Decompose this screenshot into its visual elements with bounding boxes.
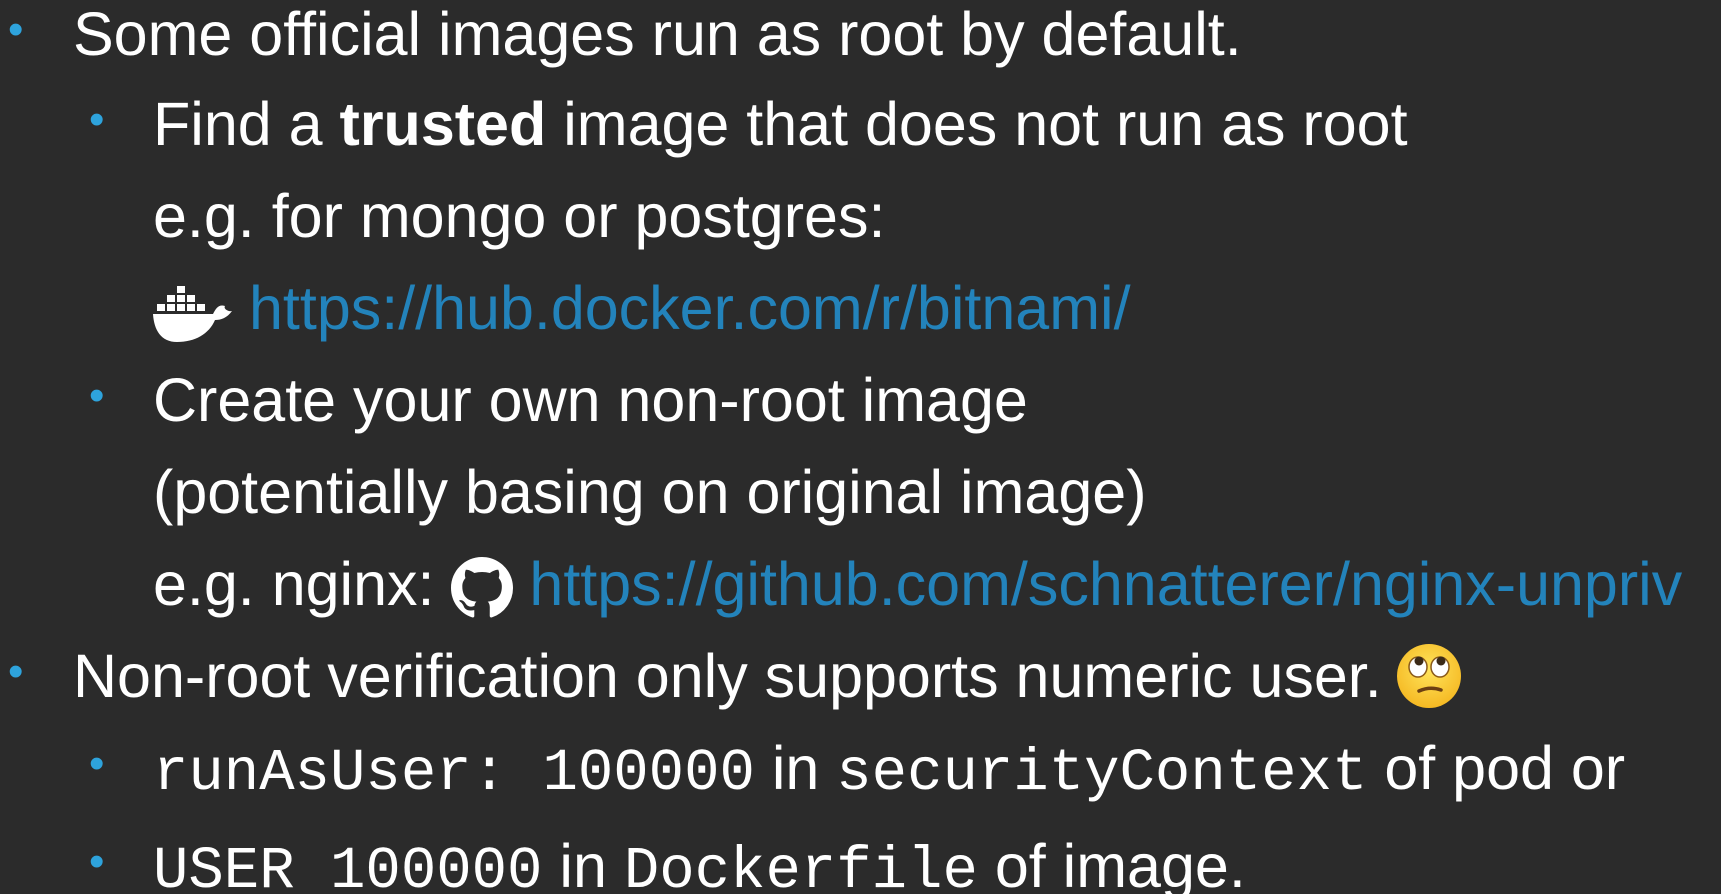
eye-roll-emoji-icon	[1396, 642, 1462, 708]
text-in: in	[754, 734, 837, 802]
text-prefix: Find a	[153, 90, 340, 158]
bullet-marker: •	[89, 837, 105, 886]
bullet-text: Find a trusted image that does not run a…	[153, 78, 1408, 170]
text-suffix: of pod or	[1367, 734, 1626, 802]
github-link-wrapper: e.g. nginx: https://github.com/schnatter…	[153, 538, 1682, 630]
code-run-as-user: runAsUser: 100000	[153, 740, 755, 807]
bullet-marker: •	[8, 647, 24, 696]
code-dockerfile: Dockerfile	[623, 838, 978, 894]
github-icon	[451, 552, 514, 618]
bullet-marker: •	[89, 371, 105, 420]
code-user-100000: USER 100000	[153, 838, 543, 894]
bitnami-docker-link[interactable]: https://hub.docker.com/r/bitnami/	[249, 274, 1131, 342]
bullet-text: Non-root verification only supports nume…	[73, 630, 1462, 722]
text-in: in	[542, 832, 624, 894]
docker-link-wrapper: https://hub.docker.com/r/bitnami/	[153, 262, 1131, 354]
bullet-marker: •	[89, 95, 105, 144]
nginx-prefix: e.g. nginx:	[153, 550, 452, 618]
bullet-marker: •	[89, 739, 105, 788]
bullet-text: Some official images run as root by defa…	[73, 0, 1242, 68]
text-bold-trusted: trusted	[339, 90, 547, 158]
code-security-context: securityContext	[836, 740, 1368, 807]
text-suffix: image that does not run as root	[546, 90, 1408, 158]
bullet-text: USER 100000 in Dockerfile of image.	[153, 820, 1246, 894]
bullet-text: runAsUser: 100000 in securityContext of …	[153, 722, 1625, 820]
bullet-marker: •	[8, 5, 24, 54]
continuation-text: e.g. for mongo or postgres:	[153, 182, 886, 250]
slide: • Some official images run as root by de…	[0, 0, 1721, 894]
continuation-text: (potentially basing on original image)	[153, 458, 1147, 526]
numeric-user-text: Non-root verification only supports nume…	[73, 642, 1382, 710]
nginx-unpriv-github-link[interactable]: https://github.com/schnatterer/nginx-unp…	[529, 550, 1682, 618]
text-suffix: of image.	[977, 832, 1246, 894]
bullet-text: Create your own non-root image	[153, 366, 1028, 434]
docker-icon	[153, 277, 233, 342]
